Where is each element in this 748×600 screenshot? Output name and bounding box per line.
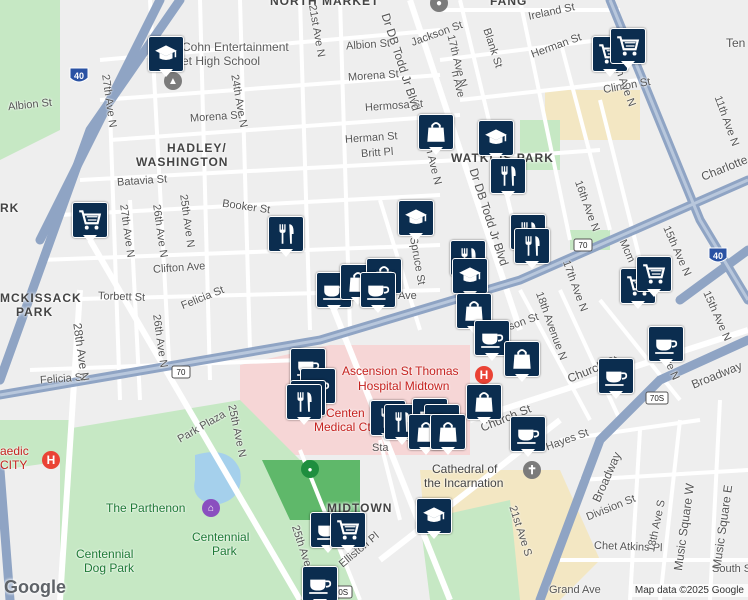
- cart-pin-icon[interactable]: [72, 202, 108, 244]
- cart-pin-icon[interactable]: [330, 512, 366, 554]
- school-pin-icon[interactable]: [398, 200, 434, 242]
- map-canvas[interactable]: NORTH MARKET FANG HADLEY/ WASHINGTON WAT…: [0, 0, 748, 600]
- google-logo: Google: [4, 577, 66, 597]
- parthenon-marker-icon[interactable]: ⌂: [202, 499, 220, 517]
- food-pin-icon[interactable]: [286, 384, 322, 426]
- bag-pin-icon[interactable]: [466, 384, 502, 426]
- park-marker-icon[interactable]: ●: [301, 460, 319, 478]
- cup-pin-icon[interactable]: [360, 272, 396, 314]
- hospital-marker-icon[interactable]: H: [42, 451, 60, 469]
- cup-pin-icon[interactable]: [648, 326, 684, 368]
- cup-pin-icon[interactable]: [598, 358, 634, 400]
- bag-pin-icon[interactable]: [418, 114, 454, 156]
- map-attribution[interactable]: Map data ©2025 Google: [630, 584, 748, 597]
- school-pin-icon[interactable]: [478, 120, 514, 162]
- cup-pin-icon[interactable]: [302, 566, 338, 600]
- school-pin-icon[interactable]: [416, 498, 452, 540]
- cart-pin-icon[interactable]: [636, 256, 672, 298]
- food-pin-icon[interactable]: [268, 216, 304, 258]
- cart-pin-icon[interactable]: [610, 28, 646, 70]
- bag-pin-icon[interactable]: [430, 414, 466, 456]
- food-pin-icon[interactable]: [490, 158, 526, 200]
- school-pin-icon[interactable]: [148, 36, 184, 78]
- cup-pin-icon[interactable]: [510, 416, 546, 458]
- church-marker-icon[interactable]: ✝: [523, 461, 541, 479]
- hospital-marker-icon[interactable]: H: [475, 366, 493, 384]
- food-pin-icon[interactable]: [514, 228, 550, 270]
- bag-pin-icon[interactable]: [504, 341, 540, 383]
